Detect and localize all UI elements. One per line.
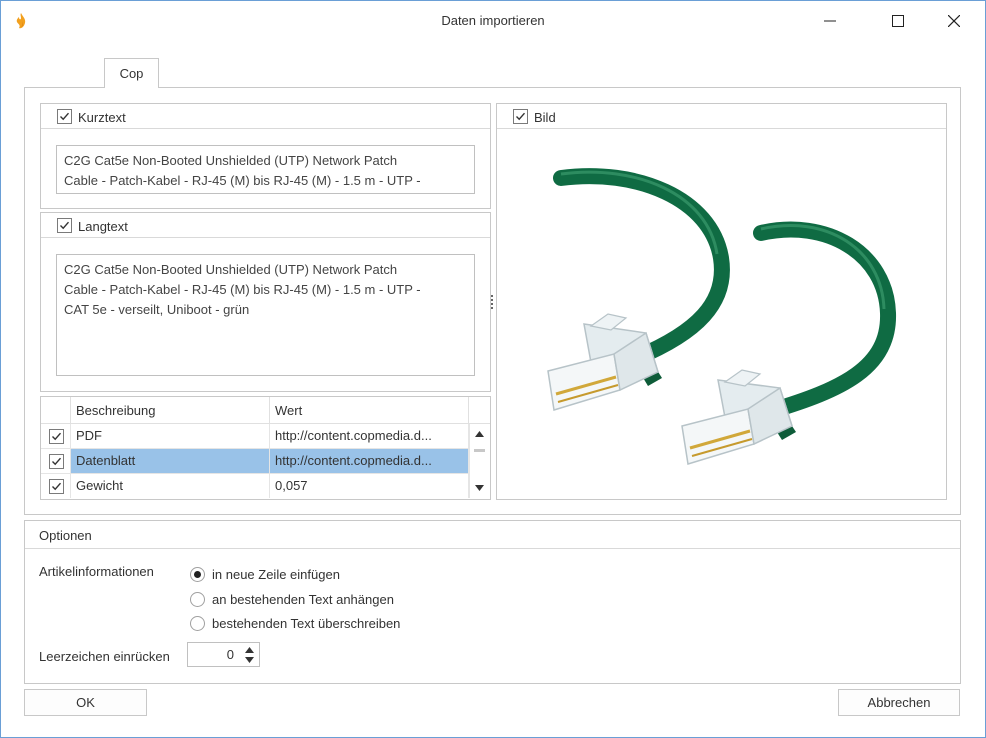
dialog-window: Daten importieren Cop Kurztext C2G Cat5e… [0,0,986,738]
scroll-thumb[interactable] [474,449,485,452]
grid-cell-check[interactable] [41,474,71,498]
title-bar[interactable]: Daten importieren [1,1,985,41]
langtext-textarea[interactable]: C2G Cat5e Non-Booted Unshielded (UTP) Ne… [56,254,475,376]
grid-cell-check[interactable] [41,449,71,473]
grid-cell-beschreibung[interactable]: Gewicht [71,474,270,498]
attributes-grid: Beschreibung Wert PDF http://content.cop… [40,396,491,500]
kurztext-header: Kurztext [41,104,490,129]
radio-text-ueberschreiben-label[interactable]: bestehenden Text überschreiben [212,616,400,631]
maximize-icon [892,15,904,27]
minimize-button[interactable] [807,1,853,41]
langtext-label: Langtext [78,219,128,234]
minimize-icon [824,20,836,22]
radio-dot [194,571,201,578]
scroll-down-icon[interactable] [475,485,484,491]
row-checkbox[interactable] [49,429,64,444]
rj45-connector-2 [681,369,796,465]
grid-header-wert[interactable]: Wert [270,397,469,424]
radio-text-anhaengen-label[interactable]: an bestehenden Text anhängen [212,592,394,607]
grid-cell-wert[interactable]: 0,057 [270,474,469,498]
stepper-up-icon[interactable] [245,647,254,653]
radio-text-anhaengen[interactable] [190,592,205,607]
row-checkbox[interactable] [49,479,64,494]
grid-cell-beschreibung[interactable]: PDF [71,424,270,448]
bild-checkbox[interactable] [513,109,528,124]
table-row[interactable]: Gewicht 0,057 [41,474,469,499]
stepper-down-icon[interactable] [245,657,254,663]
row-checkbox[interactable] [49,454,64,469]
langtext-header: Langtext [41,213,490,238]
check-icon [52,432,62,441]
options-header: Optionen [25,521,960,549]
tab-cop[interactable]: Cop [104,58,159,88]
close-icon [948,15,960,27]
close-button[interactable] [931,1,977,41]
table-row[interactable]: Datenblatt http://content.copmedia.d... [41,449,469,474]
cancel-button[interactable]: Abbrechen [838,689,960,716]
kurztext-textarea[interactable]: C2G Cat5e Non-Booted Unshielded (UTP) Ne… [56,145,475,194]
artikelinformationen-label: Artikelinformationen [39,564,154,579]
splitter-grip-icon[interactable] [491,295,493,309]
rj45-connector-1 [547,313,662,411]
kurztext-checkbox[interactable] [57,109,72,124]
bild-header: Bild [497,104,946,129]
grid-cell-wert[interactable]: http://content.copmedia.d... [270,424,469,448]
ok-button[interactable]: OK [24,689,147,716]
grid-cell-beschreibung[interactable]: Datenblatt [71,449,270,473]
grid-cell-check[interactable] [41,424,71,448]
leerzeichen-label: Leerzeichen einrücken [39,649,170,664]
grid-header-corner [469,397,490,424]
indent-stepper[interactable]: 0 [187,642,260,667]
grid-cell-wert[interactable]: http://content.copmedia.d... [270,449,469,473]
table-row[interactable]: PDF http://content.copmedia.d... [41,424,469,449]
langtext-checkbox[interactable] [57,218,72,233]
radio-text-ueberschreiben[interactable] [190,616,205,631]
grid-header-beschreibung[interactable]: Beschreibung [71,397,270,424]
check-icon [60,112,70,121]
indent-value[interactable]: 0 [227,647,234,662]
check-icon [516,112,526,121]
kurztext-label: Kurztext [78,110,126,125]
langtext-group: Langtext C2G Cat5e Non-Booted Unshielded… [40,212,491,392]
scroll-up-icon[interactable] [475,431,484,437]
kurztext-group: Kurztext C2G Cat5e Non-Booted Unshielded… [40,103,491,209]
bild-label: Bild [534,110,556,125]
radio-neue-zeile[interactable] [190,567,205,582]
grid-scrollbar[interactable] [469,424,490,498]
grid-header-check [41,397,71,424]
check-icon [52,457,62,466]
maximize-button[interactable] [875,1,921,41]
product-image [547,168,897,465]
radio-neue-zeile-label[interactable]: in neue Zeile einfügen [212,567,340,582]
check-icon [60,221,70,230]
options-title: Optionen [39,528,92,543]
check-icon [52,482,62,491]
